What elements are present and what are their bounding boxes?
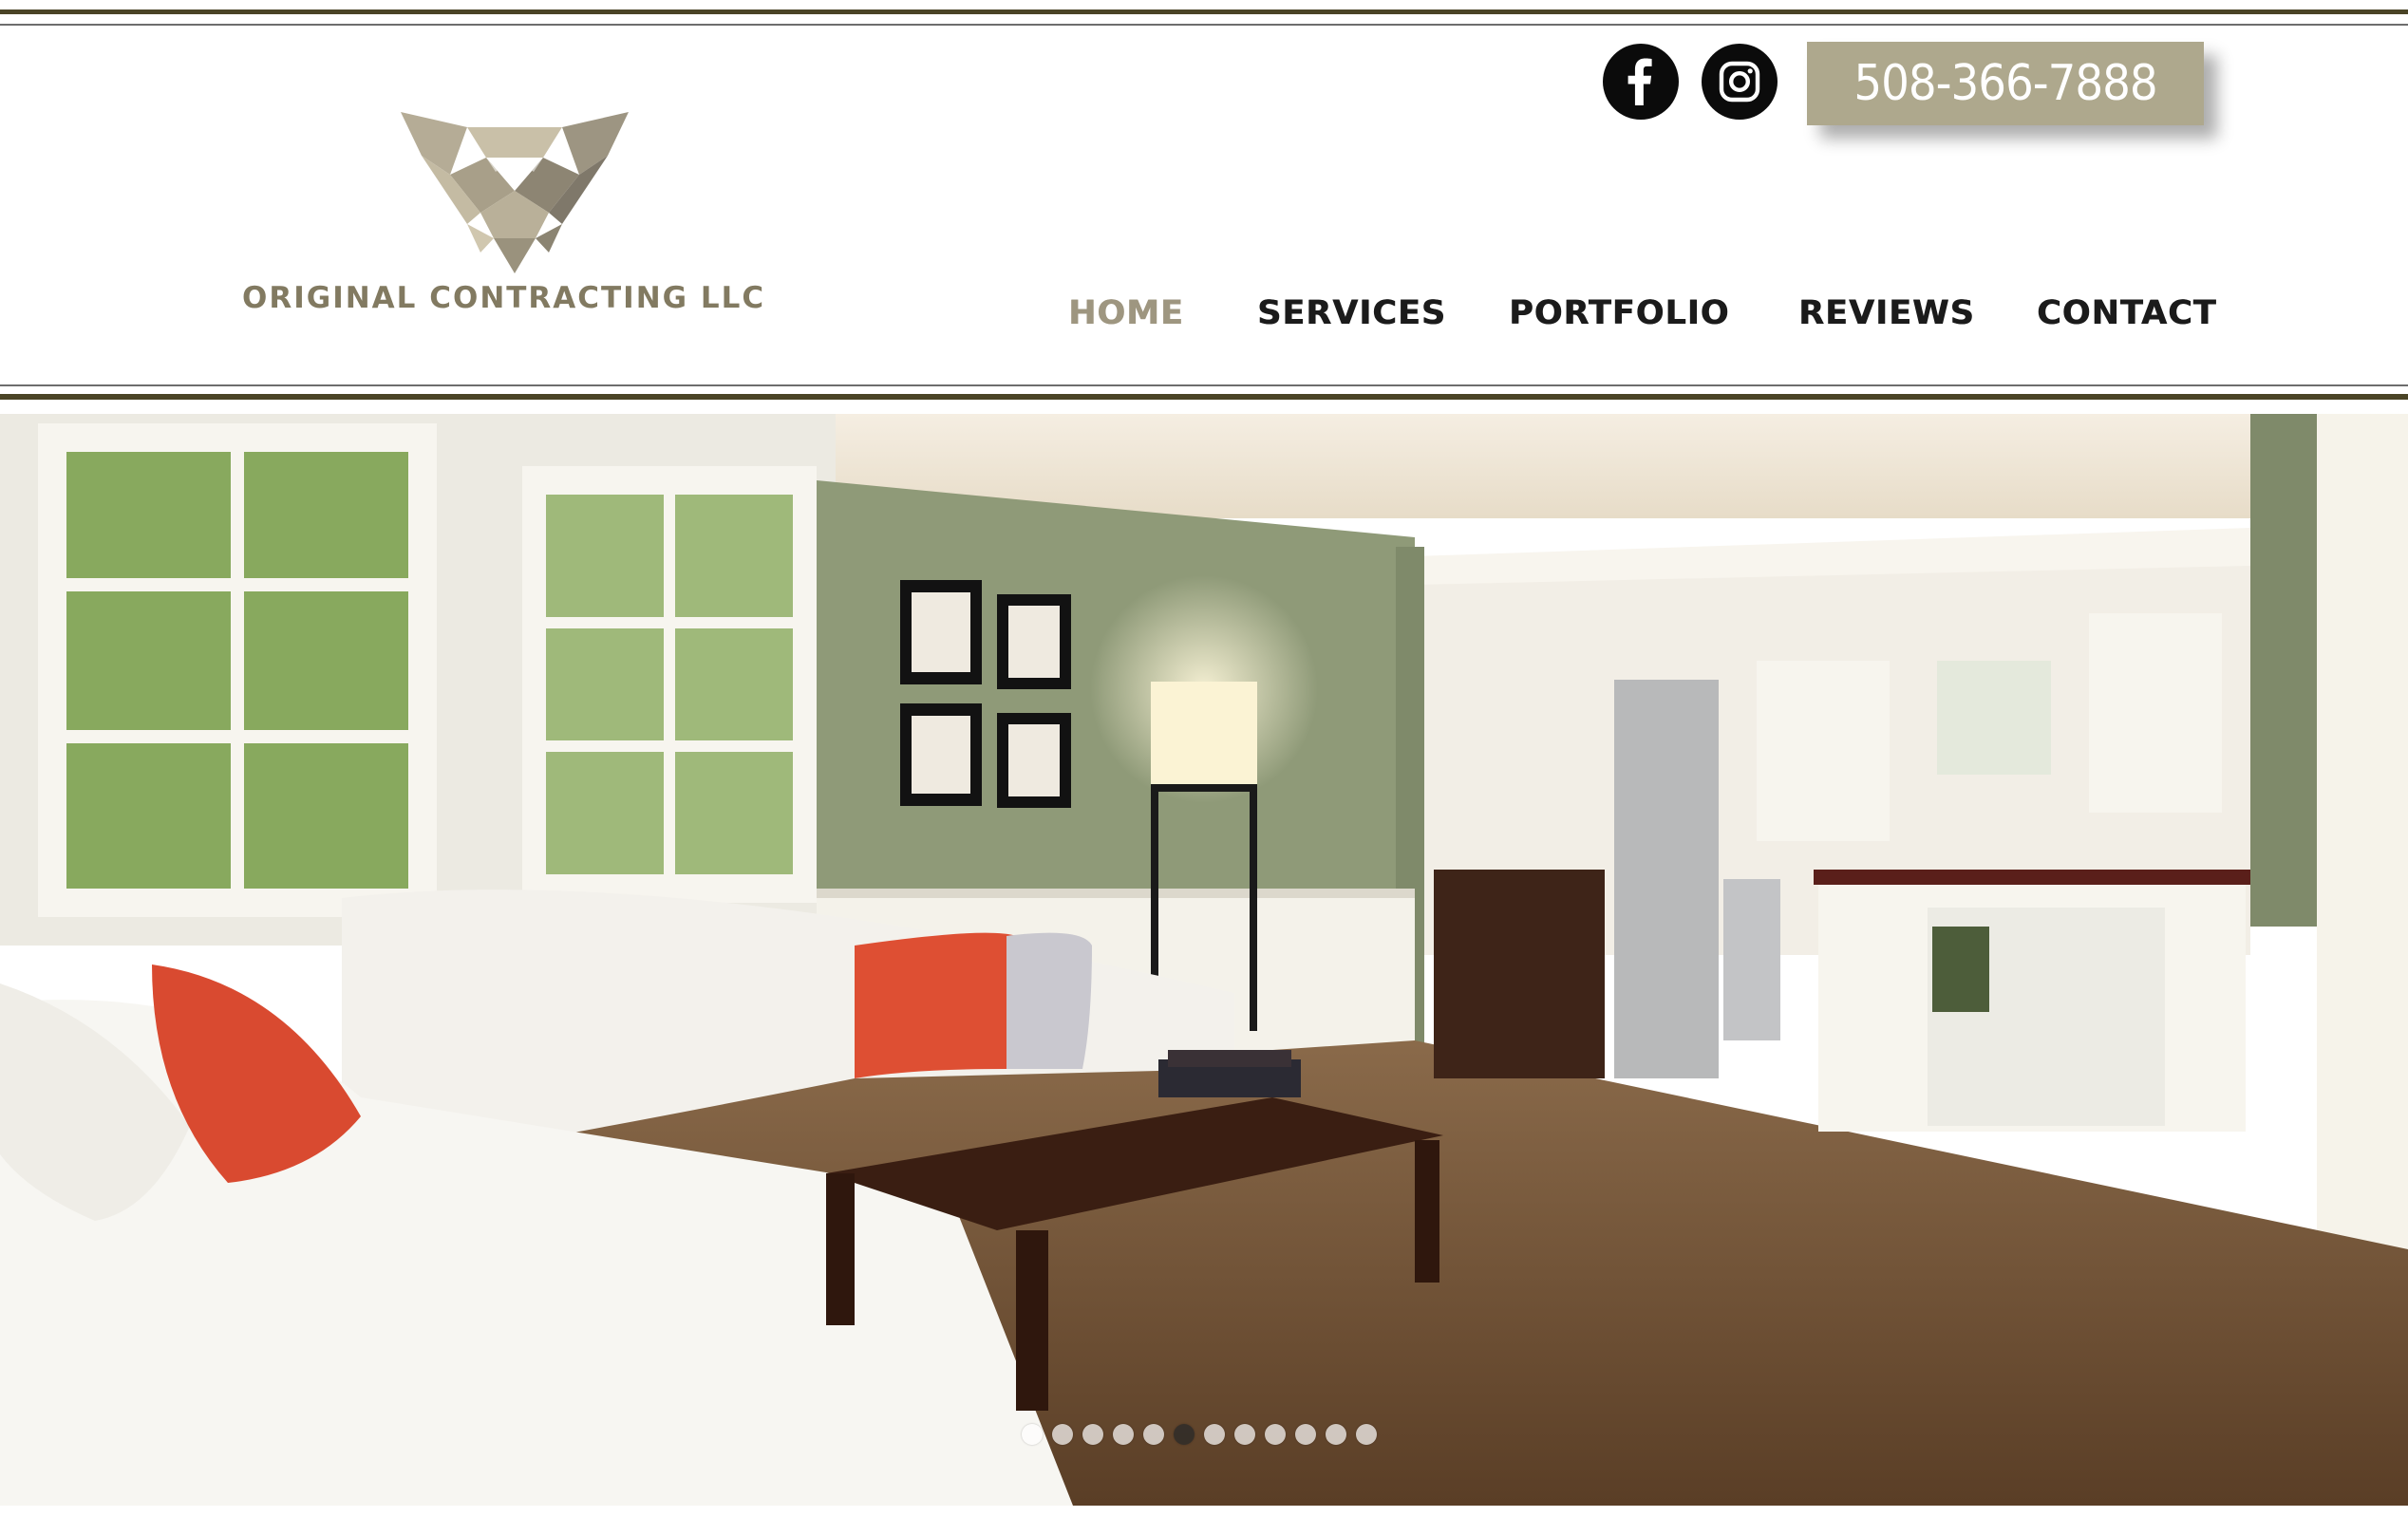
slide-dot[interactable] (1052, 1424, 1073, 1445)
instagram-icon (1719, 61, 1760, 103)
slide-dot[interactable] (1022, 1424, 1043, 1445)
nav-item-contact[interactable]: CONTACT (2037, 294, 2217, 332)
window-left (38, 423, 437, 917)
slide-dot[interactable] (1234, 1424, 1255, 1445)
nav-item-services[interactable]: SERVICES (1257, 294, 1446, 332)
slide-dot[interactable] (1143, 1424, 1164, 1445)
slide-dot[interactable] (1265, 1424, 1286, 1445)
slide-dot[interactable] (1356, 1424, 1377, 1445)
panther-logo-icon (401, 112, 629, 273)
nav-item-portfolio[interactable]: PORTFOLIO (1509, 294, 1729, 332)
window-right (522, 466, 817, 903)
slideshow-dots (1022, 1424, 1377, 1449)
company-logo[interactable]: ORIGINAL CONTRACTING LLC (242, 93, 774, 321)
main-nav: HOME SERVICES PORTFOLIO REVIEWS CONTACT (0, 294, 2408, 351)
instagram-link[interactable] (1702, 44, 1778, 120)
slide-dot[interactable] (1113, 1424, 1134, 1445)
nav-item-home[interactable]: HOME (1068, 294, 1184, 332)
facebook-link[interactable] (1603, 44, 1679, 120)
hero-slideshow[interactable] (0, 414, 2408, 1506)
slide-dot[interactable] (1295, 1424, 1316, 1445)
slide-dot-active[interactable] (1174, 1424, 1195, 1445)
header-bottom-rule-thin (0, 384, 2408, 386)
header-bottom-rule-thick (0, 394, 2408, 400)
living-room-photo (0, 414, 2408, 1506)
slide-dot[interactable] (1326, 1424, 1346, 1445)
slide-dot[interactable] (1082, 1424, 1103, 1445)
header-top-rule-thick (0, 9, 2408, 14)
phone-button[interactable]: 508-366-7888 (1807, 42, 2204, 125)
facebook-icon (1627, 58, 1652, 105)
slide-dot[interactable] (1204, 1424, 1225, 1445)
header-top-rule-thin (0, 24, 2408, 26)
nav-item-reviews[interactable]: REVIEWS (1798, 294, 1975, 332)
